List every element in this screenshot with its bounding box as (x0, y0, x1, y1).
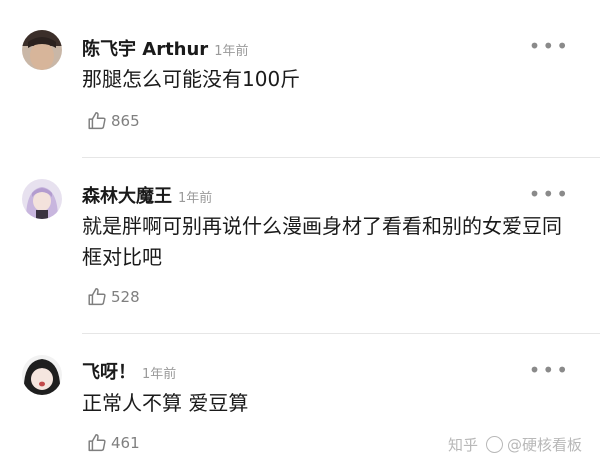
comment-text: 正常人不算 爱豆算 (82, 391, 249, 415)
more-options-icon[interactable]: ••• (529, 184, 570, 204)
comment-list: 陈飞宇 Arthur 1年前 ••• 那腿怎么可能没有100斤 865 森林大魔王… (0, 0, 600, 467)
watermark: 知乎 @硬核看板 (448, 434, 582, 455)
author-name[interactable]: 森林大魔王 1年前 (82, 182, 212, 208)
watermark-platform: 知乎 (447, 436, 478, 454)
like-count: 461 (111, 434, 140, 452)
more-options-icon[interactable]: ••• (529, 36, 570, 56)
more-options-icon[interactable]: ••• (529, 360, 570, 380)
thumbs-up-icon (88, 288, 106, 306)
thumbs-up-icon (88, 434, 106, 452)
comment-text: 就是胖啊可别再说什么漫画身材了看看和别的女爱豆同框对比吧 (82, 214, 562, 269)
thumbs-up-icon (88, 112, 106, 130)
like-count: 865 (111, 112, 140, 130)
author-name[interactable]: 飞呀！ 1年前 (82, 358, 176, 384)
avatar[interactable] (22, 30, 62, 70)
comment-text: 那腿怎么可能没有100斤 (82, 67, 301, 91)
comment-time: 1年前 (214, 44, 249, 59)
divider (82, 157, 600, 158)
avatar[interactable] (22, 179, 62, 219)
comment-time: 1年前 (142, 367, 177, 382)
author-name-text[interactable]: 陈飞宇 Arthur (82, 39, 208, 60)
author-name-text[interactable]: 森林大魔王 (82, 186, 172, 207)
divider (82, 333, 600, 334)
like-count: 528 (111, 288, 140, 306)
author-name-text[interactable]: 飞呀！ (82, 362, 136, 383)
watermark-account: @硬核看板 (506, 436, 582, 454)
zhihu-logo-icon (485, 436, 503, 453)
author-name[interactable]: 陈飞宇 Arthur 1年前 (82, 35, 248, 61)
like-button[interactable]: 528 (86, 286, 140, 308)
like-button[interactable]: 461 (86, 432, 140, 454)
like-button[interactable]: 865 (86, 110, 140, 132)
avatar[interactable] (22, 355, 62, 395)
comment-time: 1年前 (178, 191, 213, 206)
